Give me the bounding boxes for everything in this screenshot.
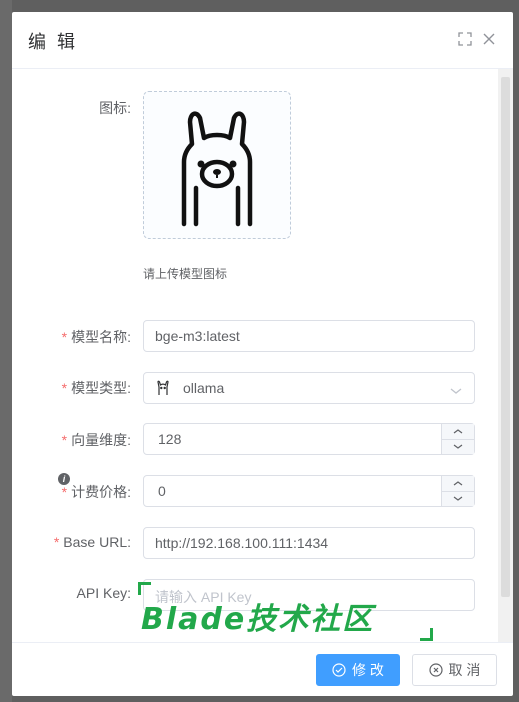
decrease-button[interactable] [442, 439, 474, 454]
watermark-text: Blade技术社区 [141, 602, 375, 637]
dialog-header: 编 辑 [12, 12, 513, 69]
close-circle-icon [428, 663, 443, 677]
backdrop [0, 0, 12, 702]
fullscreen-icon[interactable] [457, 31, 473, 47]
required-mark: * [61, 432, 68, 448]
confirm-label: 修 改 [352, 662, 384, 678]
close-icon[interactable] [481, 31, 497, 47]
price-value: 0 [158, 483, 166, 499]
api-key-label: API Key: [76, 585, 131, 601]
watermark-corner [420, 628, 433, 641]
increase-button[interactable] [442, 476, 474, 492]
dialog-footer: 修 改 取 消 [12, 642, 513, 696]
model-type-select[interactable]: ollama [143, 372, 475, 404]
increase-button[interactable] [442, 424, 474, 440]
vector-dim-value: 128 [158, 431, 182, 447]
model-type-value: ollama [183, 380, 225, 396]
info-icon[interactable]: i [58, 473, 70, 485]
cancel-button[interactable]: 取 消 [412, 654, 497, 686]
vector-dim-input[interactable]: 128 [143, 423, 475, 455]
model-name-input[interactable]: bge-m3:latest [143, 320, 475, 352]
llama-logo [181, 111, 253, 227]
chevron-up-icon [453, 481, 463, 486]
chevron-down-icon [453, 496, 463, 501]
required-mark: * [61, 484, 68, 500]
icon-hint: 请上传模型图标 [143, 267, 228, 281]
base-url-input[interactable]: http://192.168.100.111:1434 [143, 527, 475, 559]
model-type-label: * 模型类型: [61, 380, 131, 396]
chevron-up-icon [453, 429, 463, 434]
decrease-button[interactable] [442, 491, 474, 506]
cancel-label: 取 消 [448, 662, 481, 678]
scrollbar-thumb[interactable] [501, 77, 510, 597]
price-input[interactable]: 0 [143, 475, 475, 507]
required-mark: * [61, 329, 68, 345]
chevron-down-icon [453, 444, 463, 449]
vector-dim-label: * 向量维度: [61, 432, 131, 448]
model-name-label: * 模型名称: [61, 329, 131, 345]
dialog-body: 图标: 请上传模型图标 * 模型名称: bge-m3:latest * 模型类型… [12, 69, 513, 642]
price-label: * 计费价格: [61, 484, 131, 500]
check-circle-icon [332, 663, 346, 677]
icon-upload[interactable] [143, 91, 291, 239]
llama-icon [156, 380, 170, 399]
base-url-label: * Base URL: [53, 534, 131, 550]
vector-dim-stepper [441, 424, 474, 454]
price-stepper [441, 476, 474, 506]
confirm-button[interactable]: 修 改 [316, 654, 400, 686]
model-name-value: bge-m3:latest [155, 328, 240, 344]
chevron-down-icon[interactable] [450, 383, 462, 399]
base-url-value: http://192.168.100.111:1434 [155, 535, 329, 551]
scrollbar[interactable] [498, 69, 513, 642]
dialog-title: 编 辑 [28, 32, 79, 52]
required-mark: * [53, 534, 60, 550]
icon-label: 图标: [99, 100, 131, 116]
required-mark: * [61, 380, 68, 396]
